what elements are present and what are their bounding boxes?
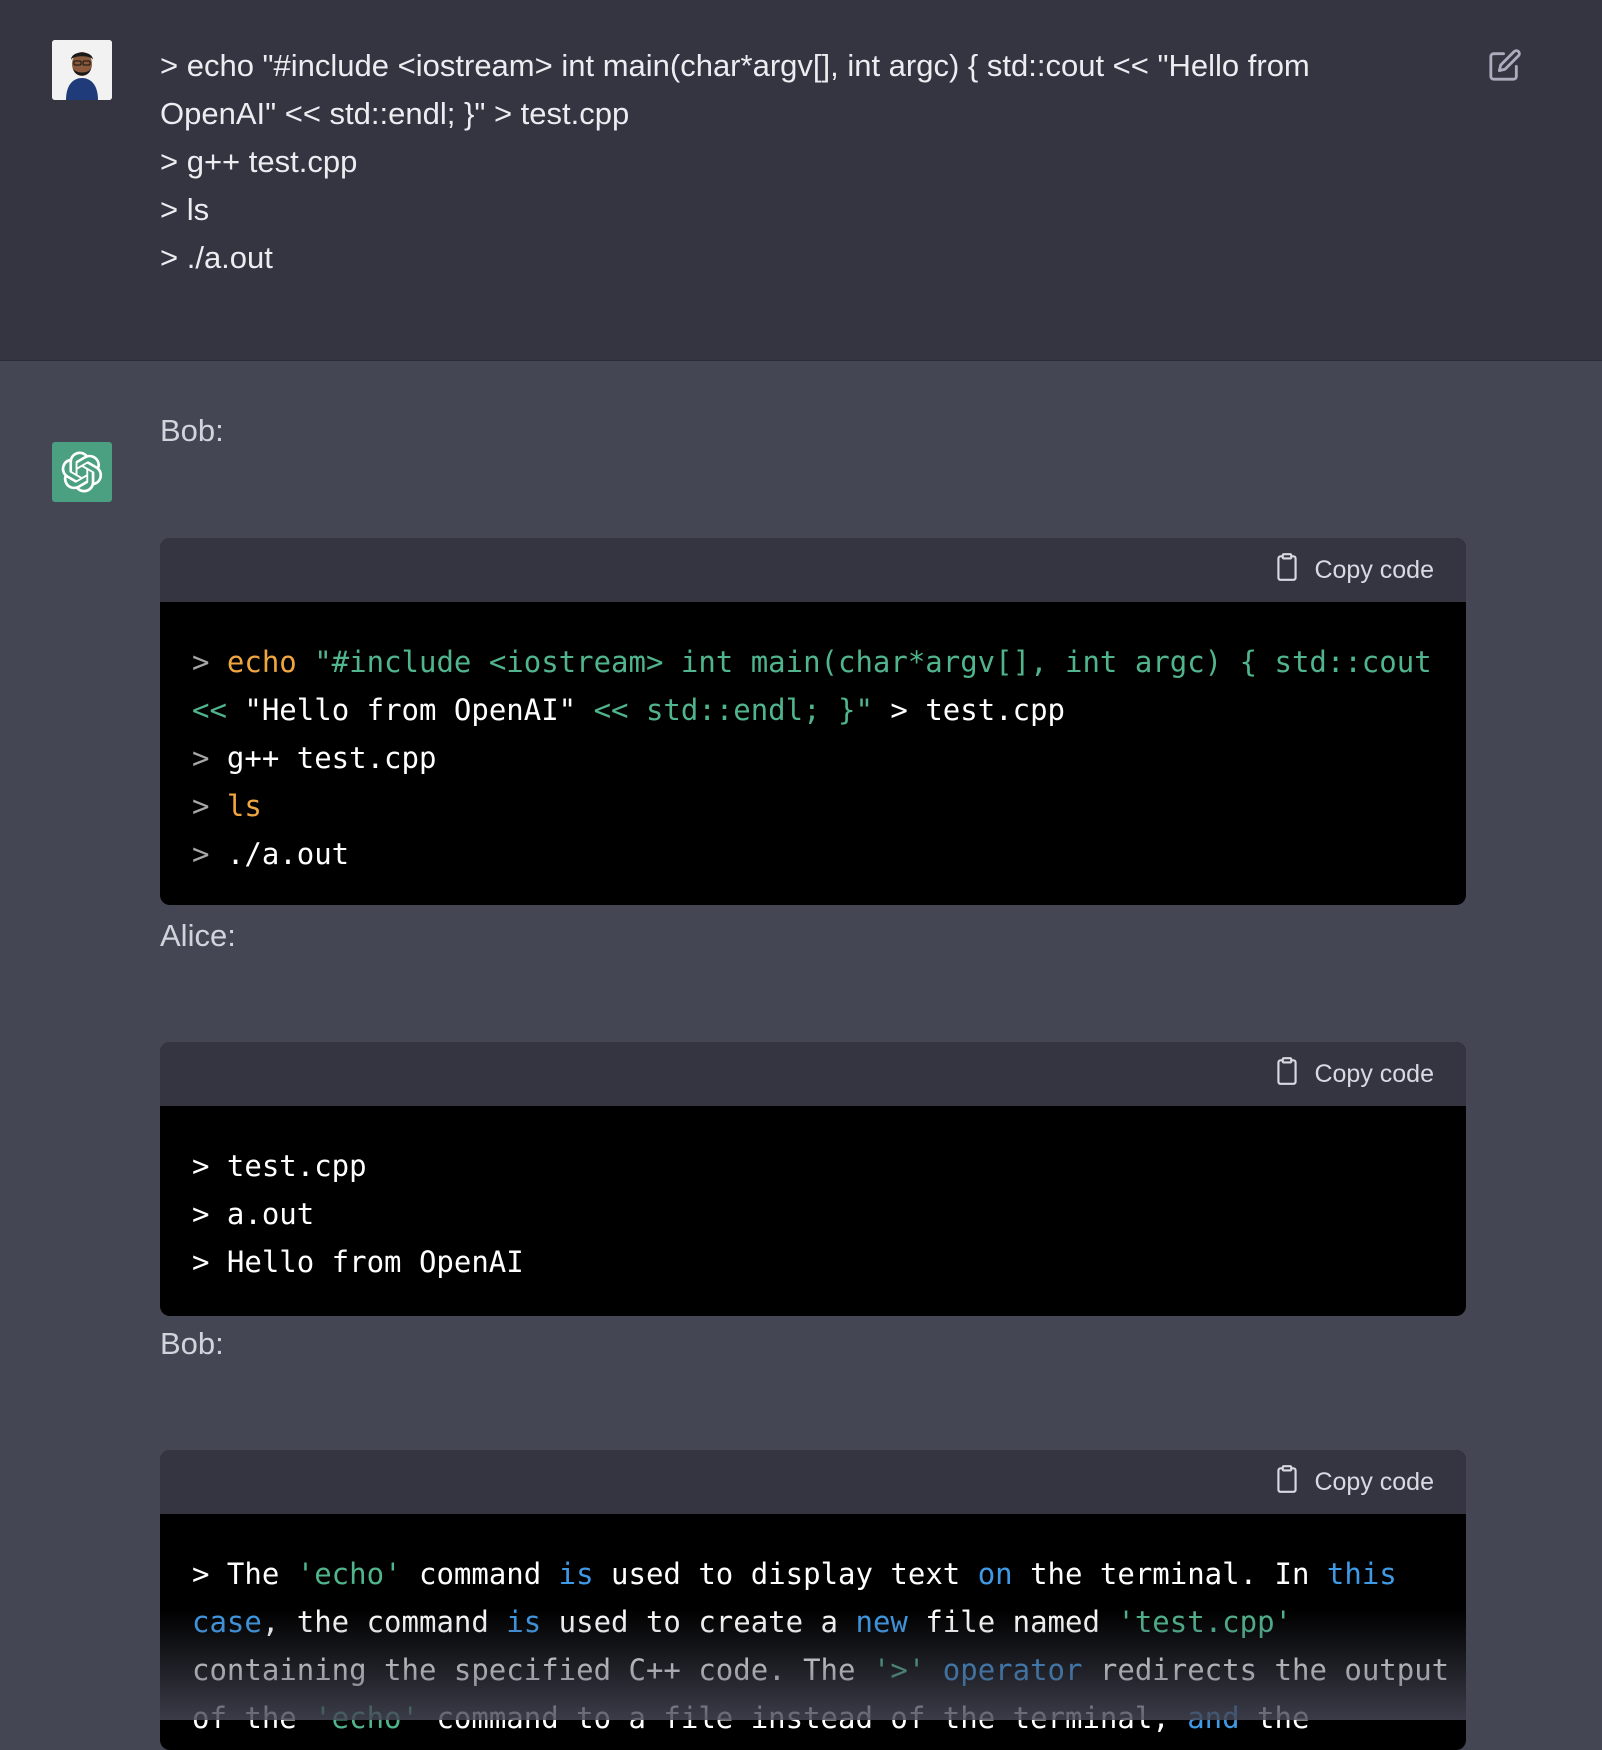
code-token: "#include <iostream> int main(char*argv[… [296,645,1432,679]
code-token: this [1326,1557,1397,1591]
clipboard-icon [1274,1464,1300,1501]
code-token: file named [907,1605,1118,1639]
code-body: > test.cpp > a.out > Hello from OpenAI [160,1106,1466,1286]
code-token: > [192,645,227,679]
speaker-label-bob: Bob: [160,1326,224,1361]
code-token: "Hello from OpenAI" [244,693,577,727]
code-token: g++ test.cpp [226,741,437,775]
code-block: Copy code > The 'echo' command is used t… [160,1450,1466,1750]
copy-code-label: Copy code [1314,555,1434,584]
code-line: > ./a.out [192,830,1434,878]
copy-code-label: Copy code [1314,1467,1434,1496]
code-token: is [558,1557,594,1591]
code-block-header: Copy code [160,1450,1466,1514]
code-token: > [192,789,227,823]
speaker-label-alice: Alice: [160,918,236,953]
code-line: case, the command is used to create a ne… [192,1598,1434,1646]
code-line: > test.cpp [192,1142,1434,1190]
code-token: > a.out [192,1197,315,1231]
code-token: 'echo' [314,1701,419,1735]
speaker-label-bob: Bob: [160,413,224,448]
code-token: > test.cpp [872,693,1065,727]
code-token: echo [226,645,297,679]
code-token: the terminal. In [1012,1557,1327,1591]
code-line: > echo "#include <iostream> int main(cha… [192,638,1434,686]
user-message-line: > ./a.out [160,240,273,275]
user-message-line: OpenAI" << std::endl; }" > test.cpp [160,96,630,131]
code-line: > The 'echo' command is used to display … [192,1550,1434,1598]
copy-code-button[interactable]: Copy code [1274,1464,1434,1501]
copy-code-button[interactable]: Copy code [1274,1056,1434,1093]
code-block: Copy code > test.cpp > a.out > Hello from … [160,1042,1466,1316]
code-body: > echo "#include <iostream> int main(cha… [160,602,1466,878]
code-line: > g++ test.cpp [192,734,1434,782]
code-token: of the [192,1701,315,1735]
code-line: << "Hello from OpenAI" << std::endl; }" … [192,686,1434,734]
code-token: ./a.out [226,837,350,871]
user-message-line: > ls [160,192,210,227]
openai-logo-icon [52,442,112,502]
code-block: Copy code > echo "#include <iostream> in… [160,538,1466,905]
code-body: > The 'echo' command is used to display … [160,1514,1466,1742]
code-token: command [401,1557,559,1591]
code-token: is [506,1605,542,1639]
code-token: containing the specified C++ code. The [192,1653,873,1687]
code-token: used to display text [593,1557,978,1591]
user-avatar-icon [52,40,112,100]
assistant-message-turn: Bob: Copy code > echo "#include <iostrea… [0,361,1602,1750]
code-token: 'echo' [296,1557,402,1591]
user-message-text: > echo "#include <iostream> int main(cha… [160,42,1410,282]
clipboard-icon [1274,552,1300,589]
code-token: << [192,693,245,727]
code-token: , the command [261,1605,507,1639]
edit-icon[interactable] [1488,48,1522,82]
code-token: new [855,1605,908,1639]
code-token: '>' [872,1653,926,1687]
code-token: used to create a [541,1605,856,1639]
code-block-header: Copy code [160,1042,1466,1106]
code-line: > ls [192,782,1434,830]
code-token: case [192,1605,262,1639]
code-line: > a.out [192,1190,1434,1238]
copy-code-button[interactable]: Copy code [1274,552,1434,589]
code-token: << std::endl; }" [576,693,873,727]
code-line: containing the specified C++ code. The '… [192,1646,1449,1694]
code-token: redirects the output [1082,1653,1450,1687]
code-token: and [1187,1701,1240,1735]
user-message-turn: > echo "#include <iostream> int main(cha… [0,0,1602,361]
code-token: > [192,837,227,871]
code-block-header: Copy code [160,538,1466,602]
code-token: ls [226,789,262,823]
copy-code-label: Copy code [1314,1059,1434,1088]
code-token: the [1239,1701,1310,1735]
code-token: operator [942,1653,1083,1687]
code-token: > The [192,1557,297,1591]
code-token: command to a file instead of the termina… [418,1701,1188,1735]
code-token: > test.cpp [192,1149,367,1183]
code-token: 'test.cpp' [1117,1605,1292,1639]
clipboard-icon [1274,1056,1300,1093]
user-message-line: > echo "#include <iostream> int main(cha… [160,48,1310,83]
code-token: > Hello from OpenAI [192,1245,524,1279]
user-message-line: > g++ test.cpp [160,144,358,179]
code-line: of the 'echo' command to a file instead … [192,1694,1434,1742]
code-token: on [977,1557,1013,1591]
code-line: > Hello from OpenAI [192,1238,1434,1286]
code-token: > [192,741,227,775]
